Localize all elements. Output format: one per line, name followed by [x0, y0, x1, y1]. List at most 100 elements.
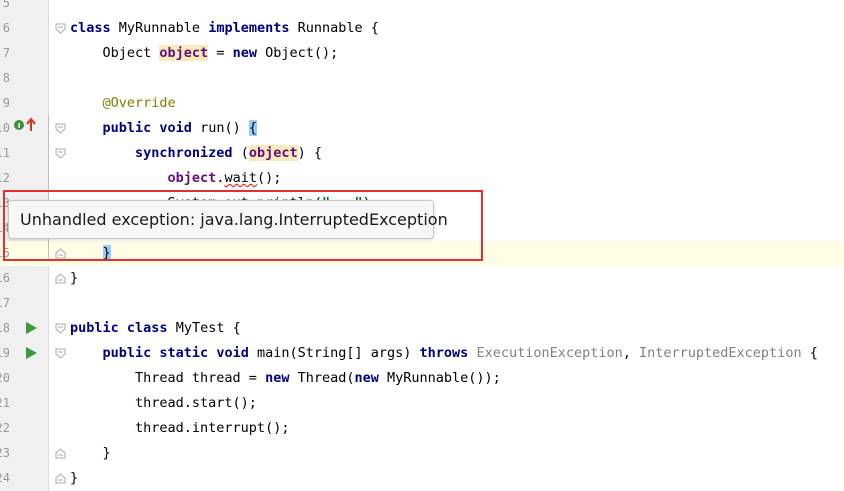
- fold-marker-icon[interactable]: [55, 323, 66, 334]
- code-token: throws: [419, 345, 477, 361]
- line-number-text: 24: [0, 471, 10, 485]
- code-line[interactable]: 24}: [0, 466, 844, 491]
- override-method-icon[interactable]: I: [14, 117, 38, 133]
- fold-marker-icon[interactable]: [55, 123, 66, 134]
- code-line[interactable]: 16}: [0, 266, 844, 291]
- code-line[interactable]: 12 object.wait();: [0, 166, 844, 191]
- fold-marker-icon[interactable]: [55, 148, 66, 159]
- line-number: 10: [0, 116, 10, 141]
- fold-marker-icon[interactable]: [55, 448, 66, 459]
- code-token: ExecutionException: [476, 345, 623, 361]
- code-token: void: [159, 120, 201, 136]
- code-line[interactable]: 22 thread.interrupt();: [0, 416, 844, 441]
- code-token: Thread(: [297, 370, 355, 386]
- code-text: }: [70, 441, 111, 466]
- code-token: @Override: [102, 95, 176, 111]
- run-arrow-icon[interactable]: [24, 345, 38, 359]
- code-text: public void run() {: [70, 116, 257, 141]
- line-number: 23: [0, 441, 10, 466]
- code-token: new: [354, 370, 388, 386]
- code-token: }: [70, 445, 111, 461]
- code-line[interactable]: 19 public static void main(String[] args…: [0, 341, 844, 366]
- code-token: Object();: [265, 45, 339, 61]
- code-token: {: [801, 345, 818, 361]
- code-token: public: [70, 320, 127, 336]
- line-number: 6: [0, 16, 10, 41]
- line-number-text: 22: [0, 421, 10, 435]
- line-number: 7: [0, 41, 10, 66]
- code-text: }: [70, 466, 78, 491]
- code-line[interactable]: 7 Object object = new Object();: [0, 41, 844, 66]
- fold-marker-icon[interactable]: [55, 23, 66, 34]
- code-token: run(): [200, 120, 249, 136]
- code-text: public static void main(String[] args) t…: [70, 341, 818, 366]
- line-number: 5: [0, 0, 10, 16]
- code-token: MyRunnable());: [387, 370, 501, 386]
- line-number: 16: [0, 266, 10, 291]
- code-text: object.wait();: [70, 166, 282, 191]
- annotation-highlight-box: [3, 190, 483, 261]
- line-number: 18: [0, 316, 10, 341]
- code-line[interactable]: 5: [0, 0, 844, 16]
- code-line[interactable]: 23 }: [0, 441, 844, 466]
- code-token: class: [70, 20, 119, 36]
- code-token: thread.interrupt();: [70, 420, 290, 436]
- code-token: class: [126, 320, 176, 336]
- fold-marker-icon[interactable]: [55, 348, 66, 359]
- code-line[interactable]: 8: [0, 66, 844, 91]
- code-token: Thread thread =: [70, 370, 266, 386]
- code-text: synchronized (object) {: [70, 141, 322, 166]
- code-text: thread.start();: [70, 391, 257, 416]
- line-number: 9: [0, 91, 10, 116]
- fold-marker-icon[interactable]: [55, 273, 66, 284]
- code-text: @Override: [70, 91, 176, 116]
- run-arrow-icon[interactable]: [24, 320, 38, 334]
- code-token: }: [70, 270, 79, 286]
- code-line[interactable]: 10 public void run() {: [0, 116, 844, 141]
- code-token: thread.start();: [70, 395, 257, 411]
- code-token: synchronized: [135, 145, 241, 161]
- line-number: 12: [0, 166, 10, 191]
- code-token: Runnable {: [297, 20, 379, 36]
- line-number-text: 17: [0, 296, 10, 310]
- code-token: InterruptedException: [639, 345, 802, 361]
- line-number: 19: [0, 341, 10, 366]
- code-line[interactable]: 6 class MyRunnable implements Runnable {: [0, 16, 844, 41]
- code-text: public class MyTest {: [70, 316, 241, 341]
- code-text: Thread thread = new Thread(new MyRunnabl…: [70, 366, 501, 391]
- code-token: object: [167, 170, 217, 186]
- code-line[interactable]: 11 synchronized (object) {: [0, 141, 844, 166]
- code-token: public: [102, 120, 160, 136]
- code-token: (: [240, 145, 249, 161]
- code-token: wait: [224, 170, 257, 186]
- code-token: MyRunnable: [118, 20, 209, 36]
- line-number: 24: [0, 466, 10, 491]
- code-token: ,: [622, 345, 640, 361]
- line-number-text: 23: [0, 446, 10, 460]
- code-line[interactable]: 20 Thread thread = new Thread(new MyRunn…: [0, 366, 844, 391]
- code-text: thread.interrupt();: [70, 416, 289, 441]
- fold-marker-icon[interactable]: [55, 473, 66, 484]
- code-token: }: [70, 470, 79, 486]
- code-token: object: [248, 145, 298, 161]
- line-number-text: 6: [2, 21, 10, 35]
- code-line[interactable]: 9 @Override: [0, 91, 844, 116]
- code-text: Object object = new Object();: [70, 41, 338, 66]
- line-number-text: 5: [2, 0, 10, 10]
- code-line[interactable]: 21 thread.start();: [0, 391, 844, 416]
- line-number-text: 9: [2, 96, 10, 110]
- line-number: 17: [0, 291, 10, 316]
- code-line[interactable]: 18 public class MyTest {: [0, 316, 844, 341]
- line-number: 8: [0, 66, 10, 91]
- svg-text:I: I: [18, 122, 21, 130]
- code-token: new: [232, 45, 266, 61]
- code-line[interactable]: 17: [0, 291, 844, 316]
- code-token: MyTest {: [175, 320, 241, 336]
- line-number: 21: [0, 391, 10, 416]
- code-text: }: [70, 266, 78, 291]
